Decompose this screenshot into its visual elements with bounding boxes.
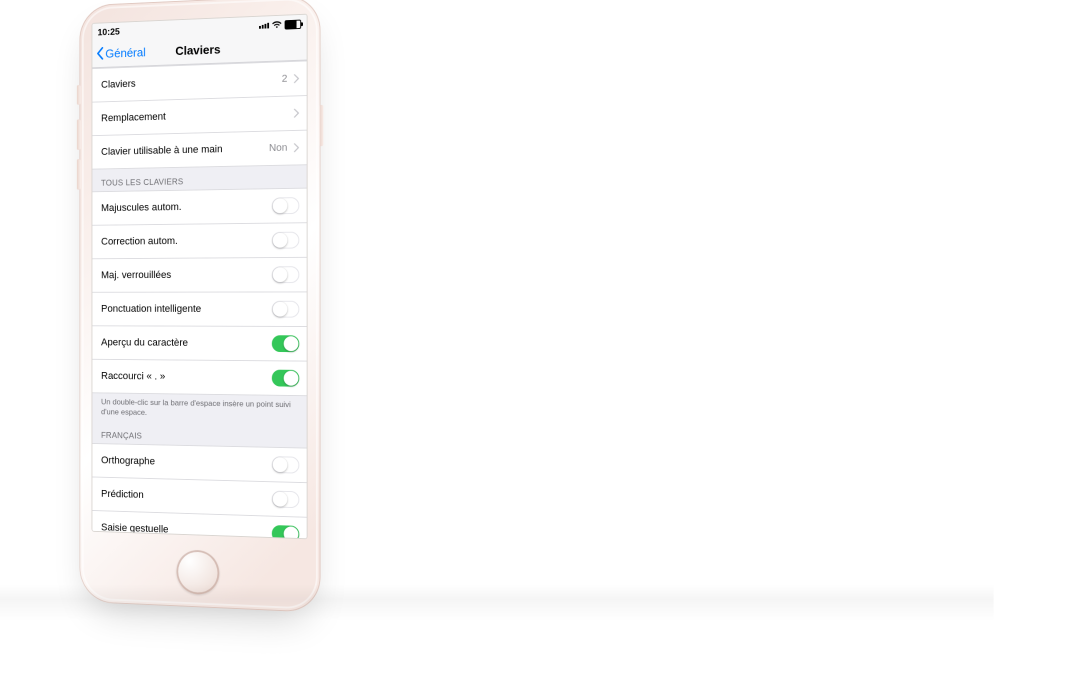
screen: 10:25 Général Claviers bbox=[92, 14, 308, 540]
toggle-ponctuation[interactable] bbox=[272, 301, 299, 318]
battery-icon bbox=[285, 20, 302, 30]
back-label: Général bbox=[105, 45, 145, 60]
row-label: Remplacement bbox=[101, 108, 287, 124]
row-label: Ponctuation intelligente bbox=[101, 304, 266, 315]
group-top: Claviers 2 Remplacement Clavier utilisab… bbox=[92, 60, 306, 169]
toggle-majuscules-autom[interactable] bbox=[272, 197, 299, 214]
cellular-signal-icon bbox=[259, 23, 269, 29]
back-button[interactable]: Général bbox=[96, 38, 146, 67]
row-label: Claviers bbox=[101, 74, 276, 91]
row-value: 2 bbox=[282, 73, 288, 84]
row-label: Correction autom. bbox=[101, 235, 266, 248]
row-label: Majuscules autom. bbox=[101, 200, 266, 213]
toggle-prediction[interactable] bbox=[272, 491, 299, 509]
row-maj-verrouillees[interactable]: Maj. verrouillées bbox=[92, 257, 306, 292]
volume-up-button bbox=[77, 119, 80, 150]
row-remplacement[interactable]: Remplacement bbox=[92, 95, 306, 135]
row-correction-autom[interactable]: Correction autom. bbox=[92, 222, 306, 258]
chevron-left-icon bbox=[96, 47, 105, 60]
wifi-icon bbox=[272, 20, 282, 31]
iphone-device-frame: 10:25 Général Claviers bbox=[79, 0, 320, 613]
mute-switch bbox=[77, 85, 80, 105]
toggle-raccourci[interactable] bbox=[272, 370, 299, 387]
chevron-right-icon bbox=[293, 108, 299, 118]
chevron-right-icon bbox=[293, 74, 299, 84]
row-raccourci[interactable]: Raccourci « . » bbox=[92, 359, 306, 396]
row-label: Clavier utilisable à une main bbox=[101, 143, 263, 158]
toggle-apercu[interactable] bbox=[272, 335, 299, 352]
toggle-correction-autom[interactable] bbox=[272, 232, 299, 249]
status-time: 10:25 bbox=[98, 27, 120, 38]
row-label: Prédiction bbox=[101, 489, 266, 505]
row-majuscules-autom[interactable]: Majuscules autom. bbox=[92, 188, 306, 225]
row-label: Raccourci « . » bbox=[101, 371, 266, 384]
row-label: Saisie gestuelle bbox=[101, 522, 266, 539]
power-button bbox=[320, 105, 324, 146]
row-ponctuation[interactable]: Ponctuation intelligente bbox=[92, 291, 306, 326]
toggle-orthographe[interactable] bbox=[272, 456, 299, 473]
group-francais: Orthographe Prédiction Saisie gestuelle … bbox=[92, 443, 306, 539]
toggle-saisie-gestuelle[interactable] bbox=[272, 525, 299, 539]
row-value: Non bbox=[269, 142, 287, 154]
row-label: Maj. verrouillées bbox=[101, 269, 266, 281]
row-label: Aperçu du caractère bbox=[101, 337, 266, 349]
row-une-main[interactable]: Clavier utilisable à une main Non bbox=[92, 130, 306, 170]
toggle-maj-verrouillees[interactable] bbox=[272, 266, 299, 283]
home-button[interactable] bbox=[176, 549, 219, 595]
volume-down-button bbox=[77, 159, 80, 190]
group-all-keyboards: Majuscules autom. Correction autom. Maj.… bbox=[92, 188, 306, 397]
row-orthographe[interactable]: Orthographe bbox=[92, 443, 306, 482]
row-label: Orthographe bbox=[101, 455, 266, 470]
section-footer-all: Un double-clic sur la barre d'espace ins… bbox=[92, 393, 306, 425]
chevron-right-icon bbox=[293, 143, 299, 152]
row-apercu[interactable]: Aperçu du caractère bbox=[92, 325, 306, 360]
